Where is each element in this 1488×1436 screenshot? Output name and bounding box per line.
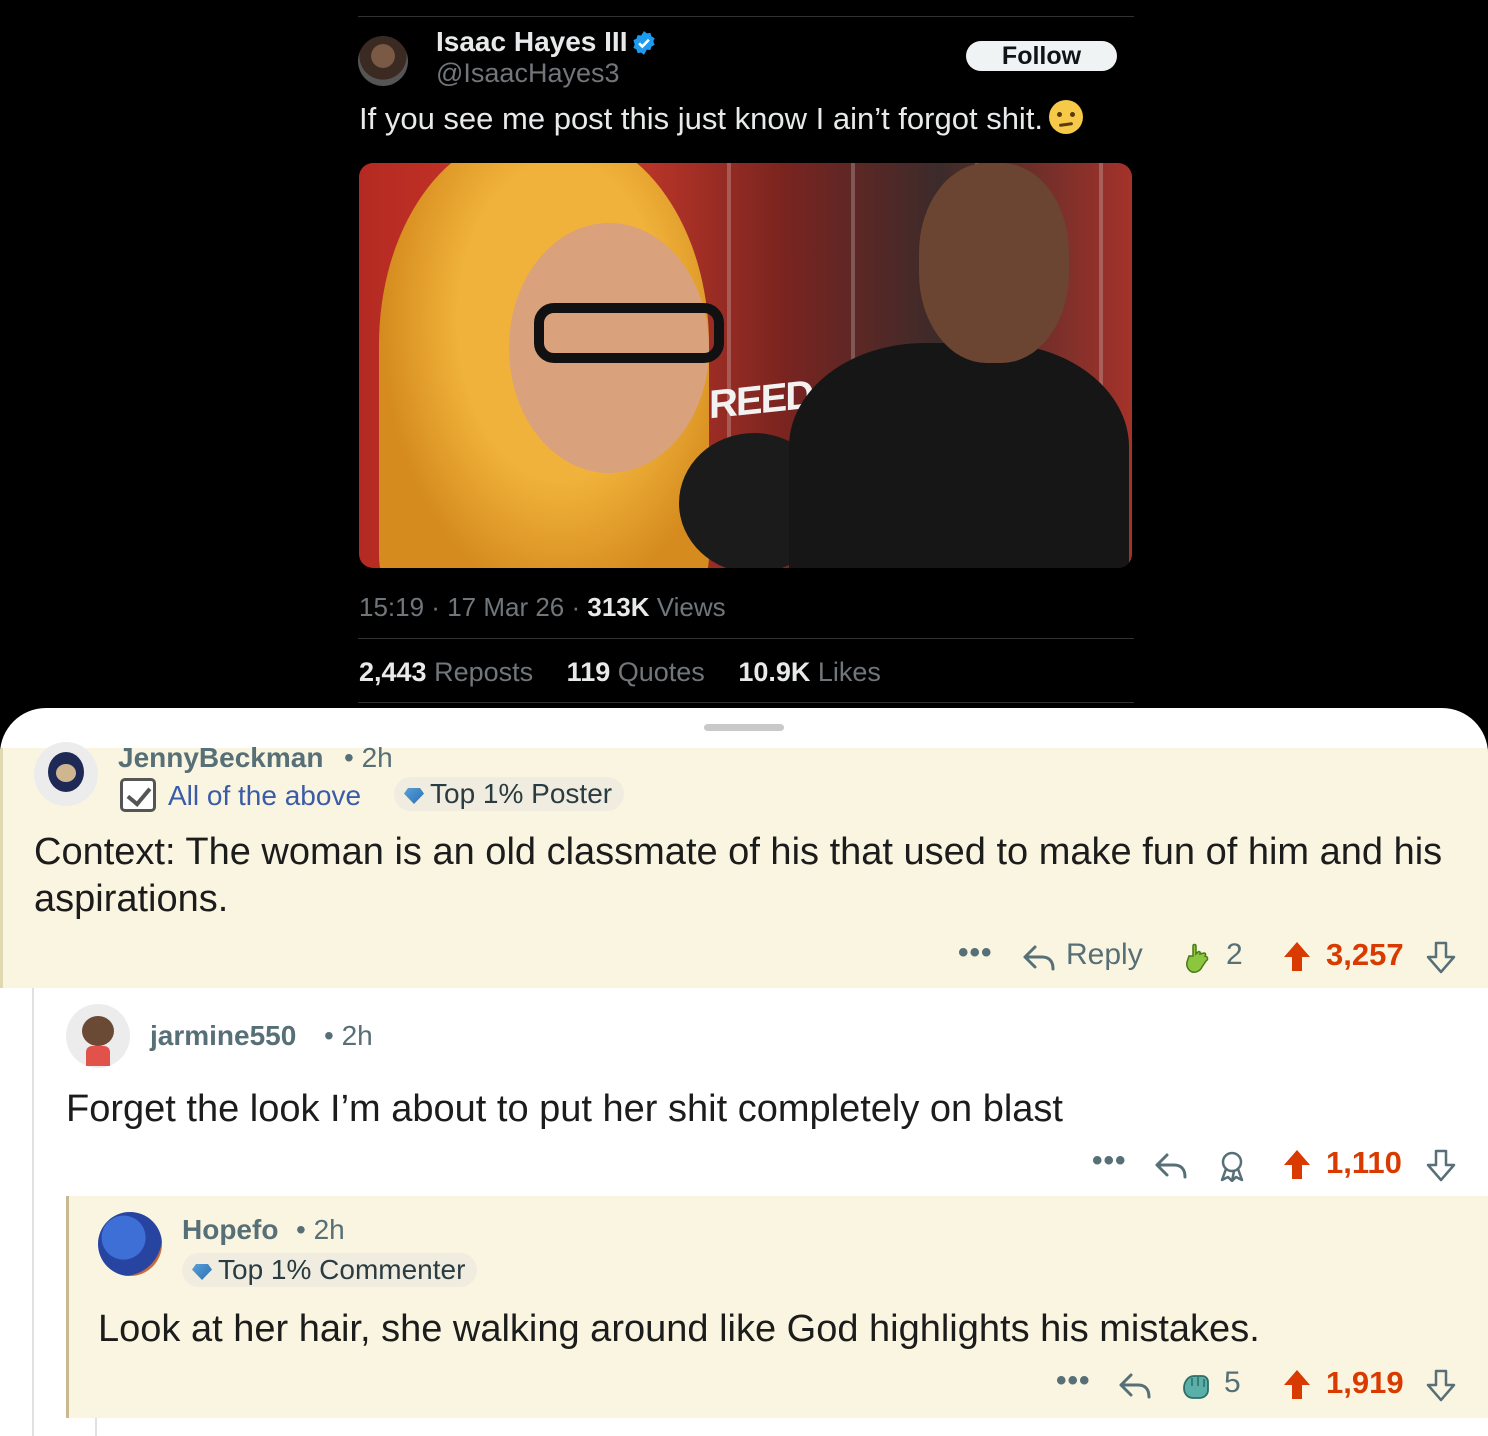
tweet-media-image[interactable]: REED — [359, 163, 1132, 568]
reposts-stat[interactable]: 2,443 Reposts — [359, 657, 533, 687]
reply-icon[interactable] — [1022, 944, 1056, 974]
more-options-button[interactable]: ••• — [1056, 1364, 1091, 1398]
tweet-meta: 15:19 · 17 Mar 26 · 313K Views — [359, 592, 726, 622]
comment-body: Context: The woman is an old classmate o… — [34, 831, 1443, 920]
views-label: Views — [656, 592, 726, 622]
quotes-stat[interactable]: 119 Quotes — [567, 657, 705, 687]
divider — [358, 16, 1134, 17]
comments-sheet: JennyBeckman • 2h All of the above Top 1… — [0, 708, 1488, 1436]
gem-icon — [404, 788, 424, 804]
checkbox-icon — [120, 778, 156, 812]
tweet-date[interactable]: 17 Mar 26 — [447, 592, 564, 622]
follow-button[interactable]: Follow — [966, 41, 1117, 71]
vote-score: 3,257 — [1326, 937, 1404, 972]
award-count: 5 — [1224, 1366, 1241, 1399]
author-handle[interactable]: @IsaacHayes3 — [436, 58, 620, 89]
comment-time: • 2h — [296, 1214, 345, 1245]
achievement-badge[interactable]: Top 1% Poster — [394, 777, 625, 811]
comment-body: Look at her hair, she walking around lik… — [98, 1308, 1260, 1350]
raised-eyebrow-emoji-icon — [1049, 100, 1084, 134]
more-options-button[interactable]: ••• — [1092, 1144, 1127, 1178]
vote-score: 1,919 — [1326, 1365, 1404, 1400]
downvote-icon[interactable] — [1426, 1368, 1456, 1402]
upvote-icon[interactable] — [1282, 940, 1312, 974]
comment-body: Forget the look I’m about to put her shi… — [66, 1088, 1063, 1130]
thread-line[interactable] — [32, 988, 34, 1436]
avatar[interactable] — [66, 1004, 130, 1068]
avatar[interactable] — [34, 742, 98, 806]
comment-username[interactable]: jarmine550 — [150, 1020, 296, 1052]
vote-score: 1,110 — [1326, 1145, 1402, 1180]
upvote-icon[interactable] — [1282, 1148, 1312, 1182]
more-options-button[interactable]: ••• — [958, 936, 993, 970]
comment-username[interactable]: JennyBeckman — [118, 742, 323, 774]
author-avatar[interactable] — [358, 36, 408, 86]
hand-award-icon[interactable] — [1182, 942, 1214, 974]
gem-icon — [192, 1264, 212, 1280]
achievement-badge[interactable]: Top 1% Commenter — [182, 1253, 478, 1287]
tweet-embed: Isaac Hayes III @IsaacHayes3 Follow If y… — [0, 0, 1488, 740]
likes-stat[interactable]: 10.9K Likes — [738, 657, 881, 687]
tweet-text: If you see me post this just know I ain’… — [359, 100, 1084, 137]
comment-actions: ••• 1,110 — [1090, 1144, 1460, 1186]
thread-line[interactable] — [95, 1418, 97, 1436]
comment-time: • 2h — [324, 1020, 373, 1051]
award-icon[interactable] — [1216, 1150, 1248, 1182]
fist-award-icon[interactable] — [1180, 1370, 1212, 1402]
tweet-stats: 2,443 Reposts 119 Quotes 10.9K Likes — [359, 657, 907, 688]
comment-actions: ••• 5 1,919 — [1054, 1364, 1460, 1406]
award-count: 2 — [1226, 938, 1243, 971]
comment-time: • 2h — [344, 742, 393, 773]
comment-username[interactable]: Hopefo — [182, 1214, 278, 1246]
divider — [358, 638, 1134, 639]
reply-icon[interactable] — [1118, 1372, 1152, 1402]
author-name[interactable]: Isaac Hayes III — [436, 26, 627, 58]
comment-actions: ••• Reply 2 3,257 — [956, 936, 1456, 978]
tweet-time[interactable]: 15:19 — [359, 592, 424, 622]
sheet-drag-handle[interactable] — [704, 724, 784, 731]
tweet-text-body: If you see me post this just know I ain’… — [359, 101, 1044, 136]
avatar[interactable] — [98, 1212, 162, 1276]
user-flair: All of the above — [120, 778, 361, 812]
reply-icon[interactable] — [1154, 1152, 1188, 1182]
reply-button[interactable]: Reply — [1066, 938, 1143, 972]
downvote-icon[interactable] — [1426, 1148, 1456, 1182]
verified-badge-icon — [633, 31, 655, 55]
upvote-icon[interactable] — [1282, 1368, 1312, 1402]
views-count: 313K — [587, 592, 650, 622]
divider — [358, 702, 1134, 703]
downvote-icon[interactable] — [1426, 940, 1456, 974]
